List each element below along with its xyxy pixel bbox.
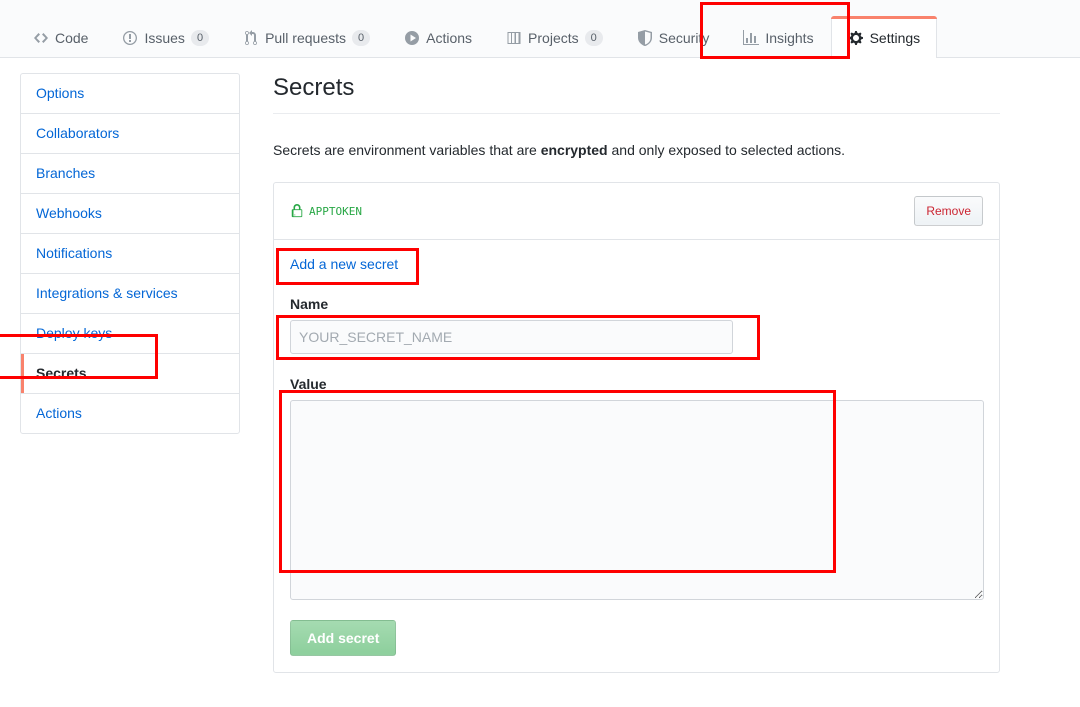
nav-tab-issues[interactable]: Issues 0 bbox=[105, 16, 226, 58]
secrets-description-post: and only exposed to selected actions. bbox=[607, 142, 846, 158]
secret-name-input[interactable] bbox=[290, 320, 733, 354]
secret-value-field-label: Value bbox=[290, 376, 327, 392]
add-secret-button-wrapper: Add secret bbox=[290, 600, 983, 656]
nav-tab-actions[interactable]: Actions bbox=[387, 16, 489, 58]
add-secret-button[interactable]: Add secret bbox=[290, 620, 397, 656]
sidebar-item-webhooks[interactable]: Webhooks bbox=[21, 194, 239, 234]
nav-tab-security-label: Security bbox=[658, 29, 710, 46]
git-pull-request-icon bbox=[243, 29, 259, 46]
project-board-icon bbox=[506, 30, 522, 46]
sidebar-item-options[interactable]: Options bbox=[21, 74, 239, 114]
lock-icon bbox=[290, 204, 304, 218]
secret-value-textarea[interactable] bbox=[290, 400, 984, 600]
github-repo-settings-secrets-page: Code Issues 0 Pull requests 0 Actions Pr… bbox=[0, 0, 1080, 707]
remove-secret-button[interactable]: Remove bbox=[914, 196, 983, 226]
nav-tab-insights-label: Insights bbox=[765, 29, 814, 46]
secret-list-row: APPTOKEN Remove bbox=[274, 183, 999, 240]
play-icon bbox=[404, 30, 420, 46]
sidebar-item-branches[interactable]: Branches bbox=[21, 154, 239, 194]
sidebar-item-actions[interactable]: Actions bbox=[21, 394, 239, 433]
settings-sidebar-menu: Options Collaborators Branches Webhooks … bbox=[20, 73, 240, 434]
graph-icon bbox=[743, 29, 760, 46]
sidebar-item-integrations-and-services[interactable]: Integrations & services bbox=[21, 274, 239, 314]
repo-navigation-items: Code Issues 0 Pull requests 0 Actions Pr… bbox=[16, 0, 938, 58]
nav-tab-pull-requests-count: 0 bbox=[352, 29, 371, 46]
nav-tab-pull-requests[interactable]: Pull requests 0 bbox=[226, 16, 387, 58]
nav-tab-projects-label: Projects bbox=[528, 29, 579, 46]
code-icon bbox=[33, 30, 49, 46]
nav-tab-insights[interactable]: Insights bbox=[726, 16, 830, 58]
nav-tab-issues-label: Issues bbox=[144, 29, 185, 46]
nav-tab-settings[interactable]: Settings bbox=[830, 16, 938, 58]
sidebar-item-deploy-keys[interactable]: Deploy keys bbox=[21, 314, 239, 354]
secrets-description-emphasis: encrypted bbox=[540, 142, 608, 158]
shield-icon bbox=[637, 29, 653, 46]
secret-name-entry: APPTOKEN bbox=[290, 204, 362, 218]
nav-tab-settings-label: Settings bbox=[869, 29, 921, 46]
page-title: Secrets bbox=[273, 73, 1000, 114]
secrets-description-pre: Secrets are environment variables that a… bbox=[273, 142, 541, 158]
add-new-secret-link[interactable]: Add a new secret bbox=[290, 256, 398, 273]
nav-tab-code-label: Code bbox=[55, 29, 89, 46]
sidebar-item-collaborators[interactable]: Collaborators bbox=[21, 114, 239, 154]
nav-tab-actions-label: Actions bbox=[426, 29, 473, 46]
nav-tab-issues-count: 0 bbox=[190, 29, 210, 46]
main-content: Secrets Secrets are environment variable… bbox=[273, 73, 1000, 673]
nav-tab-projects[interactable]: Projects 0 bbox=[489, 16, 620, 58]
secret-name-field-label: Name bbox=[290, 296, 329, 312]
nav-tab-pull-requests-label: Pull requests bbox=[265, 29, 346, 46]
issue-opened-icon bbox=[122, 30, 138, 46]
secrets-box: APPTOKEN Remove Add a new secret Name Va… bbox=[273, 182, 1000, 673]
repo-navigation-bar: Code Issues 0 Pull requests 0 Actions Pr… bbox=[0, 0, 1080, 58]
secrets-description: Secrets are environment variables that a… bbox=[273, 140, 1000, 160]
sidebar-item-secrets[interactable]: Secrets bbox=[21, 354, 239, 394]
sidebar-item-notifications[interactable]: Notifications bbox=[21, 234, 239, 274]
nav-tab-security[interactable]: Security bbox=[620, 16, 727, 58]
nav-tab-code[interactable]: Code bbox=[16, 16, 105, 58]
add-secret-form: Add a new secret Name Value Add secret bbox=[274, 240, 999, 672]
gear-icon bbox=[848, 30, 864, 46]
secret-name-label: APPTOKEN bbox=[309, 204, 362, 218]
nav-tab-projects-count: 0 bbox=[584, 29, 603, 46]
